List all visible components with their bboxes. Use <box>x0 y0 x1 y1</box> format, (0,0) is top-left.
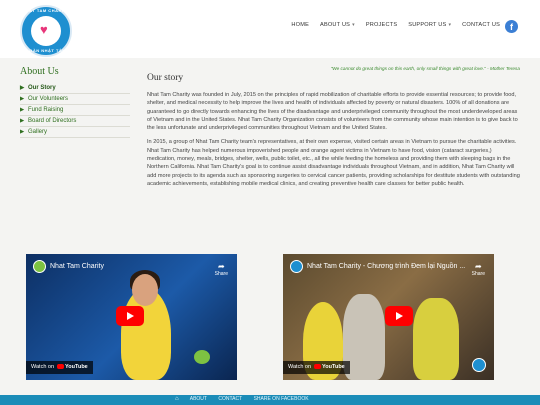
nav-support-us[interactable]: SUPPORT US ▾ <box>408 22 451 28</box>
video-title[interactable]: Nhat Tam Charity - Chương trình Đem lại … <box>307 263 465 270</box>
sidebar-item-our-volunteers[interactable]: ▶ Our Volunteers <box>20 94 130 105</box>
nav-support-us-label: SUPPORT US <box>408 22 447 28</box>
video-thumbnail-detail <box>132 274 158 306</box>
site-logo[interactable]: NHAT TAM CHARITY ♥ ĐOÀN NHẬT TÂM <box>20 5 72 57</box>
header-quote: "We cannot do great things on this earth… <box>330 66 520 71</box>
sidebar-item-our-story[interactable]: ▶ Our Story <box>20 83 130 94</box>
share-label: Share <box>214 271 228 277</box>
logo-text-bottom: ĐOÀN NHẬT TÂM <box>25 48 67 53</box>
watch-on-label: Watch on <box>288 364 312 370</box>
nav-projects-label: PROJECTS <box>365 22 398 28</box>
arrow-right-icon: ▶ <box>20 107 25 113</box>
sidebar-item-gallery[interactable]: ▶ Gallery <box>20 127 130 138</box>
play-button[interactable] <box>116 306 144 326</box>
nav-contact-us-label: CONTACT US <box>462 22 500 28</box>
play-button[interactable] <box>385 306 413 326</box>
arrow-right-icon: ▶ <box>20 96 25 102</box>
watermark-logo <box>472 358 486 372</box>
chevron-down-icon: ▾ <box>448 22 452 28</box>
youtube-label: YouTube <box>322 364 345 370</box>
video-embed-1[interactable]: Nhat Tam Charity ➦ Share Watch on YouTube <box>26 254 237 380</box>
arrow-right-icon: ▶ <box>20 129 25 135</box>
watch-on-label: Watch on <box>31 364 55 370</box>
nav-projects[interactable]: PROJECTS <box>366 22 397 28</box>
nav-contact-us[interactable]: CONTACT US <box>462 22 500 28</box>
youtube-icon <box>314 363 322 369</box>
facebook-icon[interactable]: f <box>505 20 518 33</box>
watch-on-youtube-button[interactable]: Watch on YouTube <box>283 361 350 374</box>
video-embed-2[interactable]: Nhat Tam Charity - Chương trình Đem lại … <box>283 254 494 380</box>
sidebar-item-label: Our Story <box>28 85 56 91</box>
footer-links: ⌂ ABOUT CONTACT SHARE ON FACEBOOK <box>175 396 319 402</box>
sidebar: About Us ▶ Our Story ▶ Our Volunteers ▶ … <box>20 66 130 138</box>
share-button[interactable]: ➦ Share <box>215 262 228 277</box>
main-content: "We cannot do great things on this earth… <box>147 66 520 194</box>
footer-link-contact[interactable]: CONTACT <box>218 396 242 402</box>
story-paragraph-1: Nhat Tam Charity was founded in July, 20… <box>147 92 518 132</box>
youtube-label: YouTube <box>65 364 88 370</box>
share-button[interactable]: ➦ Share <box>472 262 485 277</box>
nav-home[interactable]: HOME <box>291 22 309 28</box>
sidebar-title: About Us <box>20 66 59 77</box>
nav-about-us[interactable]: ABOUT US ▾ <box>320 22 355 28</box>
share-icon: ➦ <box>217 262 225 271</box>
share-icon: ➦ <box>474 262 482 271</box>
main-nav: HOME ABOUT US ▾ PROJECTS SUPPORT US ▾ CONT… <box>280 22 500 28</box>
page-title: Our story <box>147 73 184 83</box>
heart-icon: ♥ <box>40 22 48 37</box>
home-icon[interactable]: ⌂ <box>175 396 179 402</box>
story-paragraph-2: In 2015, a group of Nhat Tam Charity tea… <box>147 139 520 187</box>
sidebar-item-label: Board of Directors <box>28 118 77 124</box>
video-title[interactable]: Nhat Tam Charity <box>50 263 104 270</box>
share-label: Share <box>471 271 485 277</box>
site-header: NHAT TAM CHARITY ♥ ĐOÀN NHẬT TÂM HOME AB… <box>0 0 540 58</box>
sidebar-item-label: Our Volunteers <box>28 96 69 102</box>
footer-link-share-facebook[interactable]: SHARE ON FACEBOOK <box>254 396 309 402</box>
logo-text-top: NHAT TAM CHARITY <box>22 8 70 13</box>
sidebar-item-label: Fund Raising <box>28 107 64 113</box>
video-thumbnail-detail <box>194 350 210 364</box>
chevron-down-icon: ▾ <box>352 22 355 28</box>
video-thumbnail-person <box>413 298 459 380</box>
nav-home-label: HOME <box>291 22 310 28</box>
logo-inner: ♥ <box>31 16 61 46</box>
youtube-icon <box>57 363 65 369</box>
channel-avatar[interactable] <box>290 260 303 273</box>
site-footer: ⌂ ABOUT CONTACT SHARE ON FACEBOOK <box>0 395 540 405</box>
arrow-right-icon: ▶ <box>20 85 25 91</box>
footer-link-about[interactable]: ABOUT <box>190 396 207 402</box>
sidebar-item-board-of-directors[interactable]: ▶ Board of Directors <box>20 116 130 127</box>
watch-on-youtube-button[interactable]: Watch on YouTube <box>26 361 93 374</box>
arrow-right-icon: ▶ <box>20 118 25 124</box>
nav-about-us-label: ABOUT US <box>320 22 351 28</box>
sidebar-item-fund-raising[interactable]: ▶ Fund Raising <box>20 105 130 116</box>
channel-avatar[interactable] <box>33 260 46 273</box>
sidebar-item-label: Gallery <box>28 129 48 135</box>
